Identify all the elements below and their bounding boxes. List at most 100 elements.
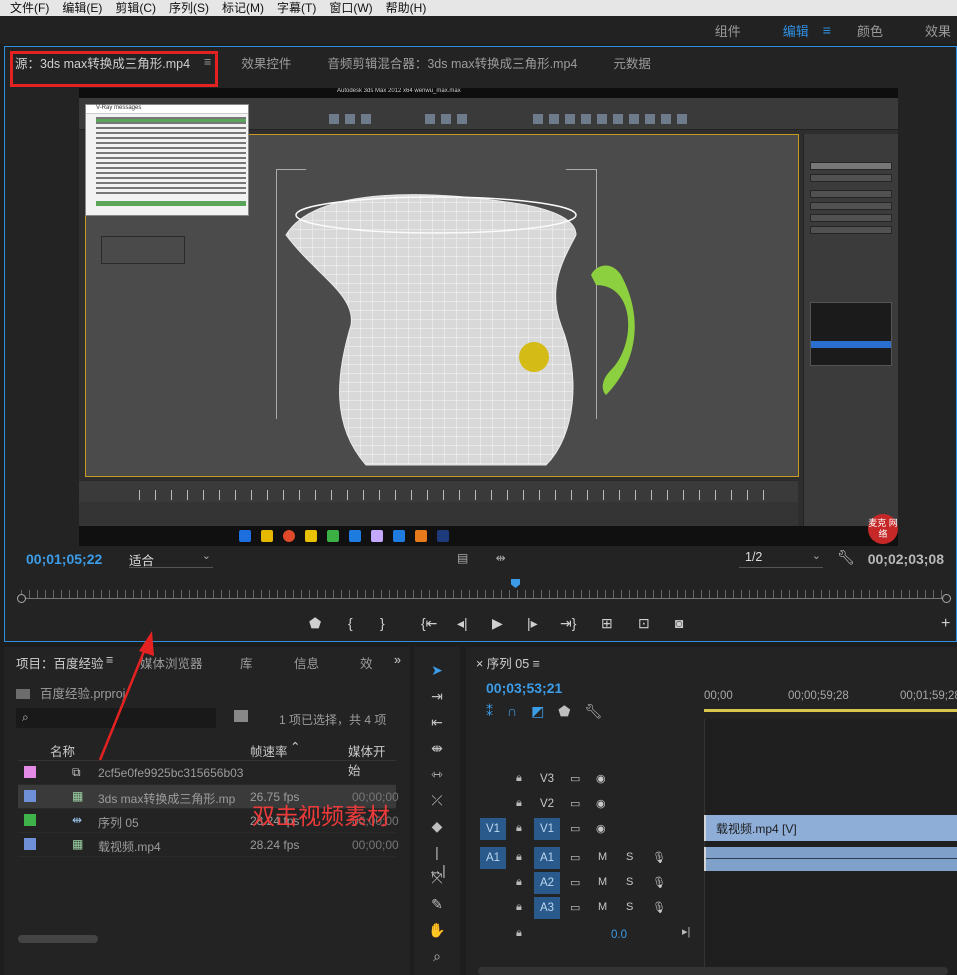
eye-icon[interactable]: ◉ bbox=[596, 822, 606, 835]
overwrite-icon[interactable]: ⊡ bbox=[638, 615, 650, 632]
mute-button[interactable]: M bbox=[598, 876, 607, 888]
lock-icon[interactable]: 🔒︎ bbox=[516, 797, 522, 810]
lock-icon[interactable]: 🔒︎ bbox=[516, 822, 522, 835]
workspace-editing[interactable]: 编辑 bbox=[783, 21, 809, 40]
playback-resolution-dropdown[interactable]: 1/2 ⌄ bbox=[739, 550, 823, 568]
step-back-icon[interactable]: ◂| bbox=[457, 615, 468, 632]
menu-file[interactable]: 文件(F) bbox=[10, 0, 49, 16]
menu-clip[interactable]: 剪辑(C) bbox=[115, 0, 156, 16]
lock-icon[interactable]: 🔒︎ bbox=[516, 876, 522, 889]
eye-icon[interactable]: ◉ bbox=[596, 772, 606, 785]
insert-icon[interactable]: ⊞ bbox=[601, 615, 613, 632]
drag-video-audio-icons[interactable]: ▤ ⇹ bbox=[457, 551, 518, 565]
workspace-effects[interactable]: 效果 bbox=[925, 21, 951, 40]
work-area-bar[interactable] bbox=[704, 709, 957, 712]
go-to-end-icon[interactable]: ▸| bbox=[682, 925, 690, 938]
mark-in-icon[interactable]: { bbox=[348, 615, 353, 631]
menu-markers[interactable]: 标记(M) bbox=[222, 0, 264, 16]
out-point-handle[interactable] bbox=[942, 594, 951, 603]
camera-icon[interactable]: ◙ bbox=[675, 615, 683, 631]
col-fps[interactable]: 帧速率 bbox=[250, 741, 288, 760]
close-icon[interactable]: × bbox=[476, 657, 487, 671]
source-patch-v1[interactable]: V1 bbox=[480, 818, 506, 840]
source-video-frame[interactable]: Autodesk 3ds Max 2012 x64 wenwu_max.max bbox=[79, 88, 898, 546]
go-to-out-icon[interactable]: ⇥} bbox=[560, 615, 576, 632]
wrench-icon[interactable]: 🔧︎ bbox=[837, 549, 855, 566]
lock-icon[interactable]: 🔒︎ bbox=[516, 851, 522, 864]
workspace-color[interactable]: 颜色 bbox=[857, 21, 883, 40]
in-point-handle[interactable] bbox=[17, 594, 26, 603]
audio-clip[interactable] bbox=[704, 847, 957, 871]
menu-edit[interactable]: 编辑(E) bbox=[62, 0, 102, 16]
sync-icon[interactable]: ▭ bbox=[570, 851, 580, 864]
source-scrub-bar[interactable] bbox=[17, 582, 951, 606]
hand-tool-icon[interactable]: ✋ bbox=[428, 921, 446, 939]
zoom-tool-icon[interactable]: ⌕ bbox=[428, 947, 446, 965]
tab-sequence[interactable]: × 序列 05 ≡ bbox=[476, 653, 540, 672]
rolling-edit-tool-icon[interactable]: ⇼ bbox=[428, 739, 446, 757]
lock-icon[interactable]: 🔒︎ bbox=[516, 772, 522, 785]
solo-button[interactable]: S bbox=[626, 851, 633, 863]
linked-selection-icon[interactable]: ◩ bbox=[531, 703, 558, 719]
workspace-assembly[interactable]: 组件 bbox=[715, 21, 741, 40]
snap-icon[interactable]: ∩ bbox=[507, 703, 531, 719]
solo-button[interactable]: S bbox=[626, 876, 633, 888]
tab-audio-clip-mixer[interactable]: 音频剪辑混合器：3ds max转换成三角形.mp4 bbox=[327, 53, 577, 72]
tab-media-browser[interactable]: 媒体浏览器 bbox=[140, 653, 203, 672]
slide-tool-icon[interactable]: |↔| bbox=[428, 843, 446, 878]
table-row[interactable]: ▦ 载视频.mp4 28.24 fps 00;00;00 bbox=[18, 833, 399, 857]
sync-icon[interactable]: ▭ bbox=[570, 822, 580, 835]
tab-metadata[interactable]: 元数据 bbox=[613, 53, 651, 72]
tab-libraries[interactable]: 库 bbox=[240, 653, 253, 672]
tab-effect-controls[interactable]: 效果控件 bbox=[241, 53, 291, 72]
table-row[interactable]: ⧉ 2cf5e0fe9925bc315656b03 bbox=[18, 761, 396, 785]
pen-tool-icon[interactable]: ✎ bbox=[428, 895, 446, 913]
sync-icon[interactable]: ▭ bbox=[570, 901, 580, 914]
mute-button[interactable]: M bbox=[598, 901, 607, 913]
slip-tool-icon[interactable]: ◆ bbox=[428, 817, 446, 835]
mark-out-icon[interactable]: } bbox=[380, 615, 385, 631]
workspace-menu-icon[interactable]: ≡ bbox=[823, 22, 831, 38]
settings-wrench-icon[interactable]: 🔧︎ bbox=[584, 703, 616, 719]
add-marker-icon[interactable]: ⬟ bbox=[558, 703, 584, 719]
tab-info[interactable]: 信息 bbox=[294, 653, 319, 672]
panel-menu-icon[interactable]: ≡ bbox=[106, 653, 113, 667]
step-forward-icon[interactable]: |▸ bbox=[527, 615, 538, 632]
menu-titles[interactable]: 字幕(T) bbox=[277, 0, 316, 16]
source-patch-a1[interactable]: A1 bbox=[480, 847, 506, 869]
col-name[interactable]: 名称 bbox=[50, 741, 75, 760]
play-icon[interactable]: ▶ bbox=[492, 615, 503, 632]
go-to-in-icon[interactable]: {⇤ bbox=[421, 615, 437, 632]
lock-icon[interactable]: 🔒︎ bbox=[516, 927, 522, 940]
playhead-timecode[interactable]: 00;01;05;22 bbox=[26, 551, 102, 567]
sync-icon[interactable]: ▭ bbox=[570, 876, 580, 889]
search-input[interactable]: ⌕ bbox=[16, 708, 216, 728]
mute-button[interactable]: M bbox=[598, 851, 607, 863]
timeline-scrollbar[interactable] bbox=[478, 967, 948, 975]
add-marker-icon[interactable]: ⬟ bbox=[309, 615, 321, 632]
selection-tool-icon[interactable]: ➤ bbox=[428, 661, 446, 679]
microphone-icon[interactable]: 🎙︎ bbox=[652, 901, 666, 914]
track-select-tool-icon[interactable]: ⇥ bbox=[428, 687, 446, 705]
slide-tool-2-icon[interactable]: ⤧ bbox=[428, 869, 446, 887]
sort-up-icon[interactable]: ⌃ bbox=[290, 739, 300, 754]
ripple-edit-tool-icon[interactable]: ⇤ bbox=[428, 713, 446, 731]
eye-icon[interactable]: ◉ bbox=[596, 797, 606, 810]
add-button-icon[interactable]: + bbox=[941, 615, 950, 633]
microphone-icon[interactable]: 🎙︎ bbox=[652, 851, 666, 864]
menu-sequence[interactable]: 序列(S) bbox=[169, 0, 209, 16]
solo-button[interactable]: S bbox=[626, 901, 633, 913]
zoom-fit-dropdown[interactable]: 适合 ⌄ bbox=[129, 550, 213, 568]
timeline-timecode[interactable]: 00;03;53;21 bbox=[486, 680, 562, 696]
razor-tool-icon[interactable]: ⤫ bbox=[428, 791, 446, 809]
sync-icon[interactable]: ▭ bbox=[570, 797, 580, 810]
video-clip[interactable]: 载视频.mp4 [V] bbox=[704, 815, 957, 841]
sync-icon[interactable]: ▭ bbox=[570, 772, 580, 785]
new-bin-icon[interactable] bbox=[234, 710, 248, 722]
nest-icon[interactable]: ⁑ bbox=[486, 703, 507, 719]
lock-icon[interactable]: 🔒︎ bbox=[516, 901, 522, 914]
menu-window[interactable]: 窗口(W) bbox=[329, 0, 372, 16]
master-volume[interactable]: 0.0 bbox=[611, 929, 627, 941]
rate-stretch-tool-icon[interactable]: ⇿ bbox=[428, 765, 446, 783]
microphone-icon[interactable]: 🎙︎ bbox=[652, 876, 666, 889]
